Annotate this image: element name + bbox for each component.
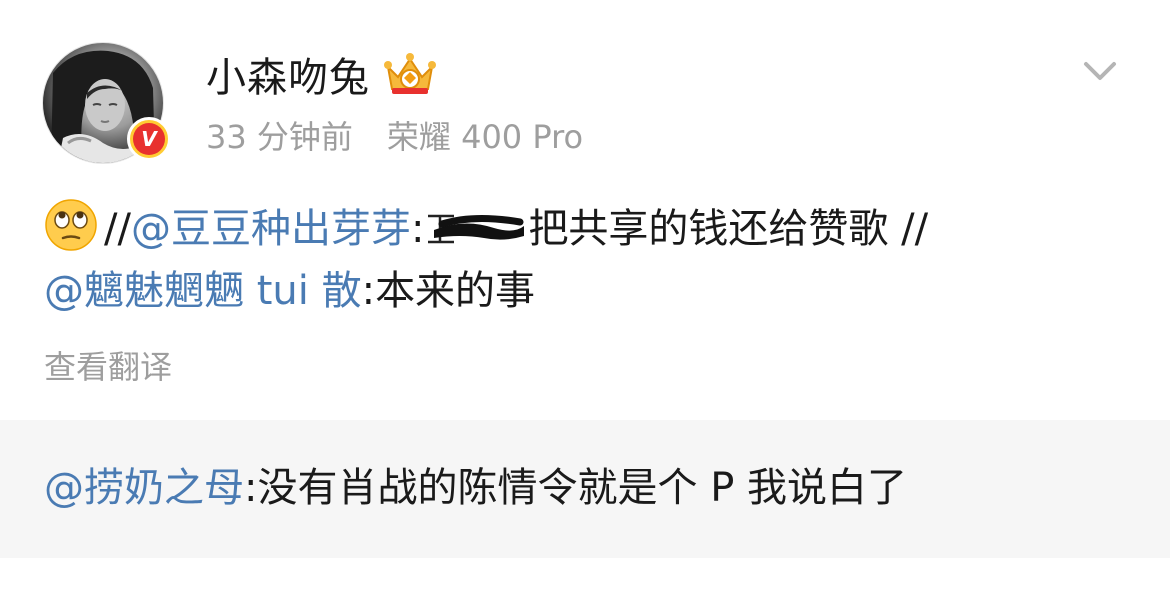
repost-separator: // <box>104 206 131 252</box>
post-device: 荣耀 400 Pro <box>386 118 584 156</box>
translate-link[interactable]: 查看翻译 <box>44 342 172 388</box>
post-content: //@豆豆种出芽芽: 把共享的钱还给赞歌 //@魑魅魍魉 tui 散:本来的事 <box>44 198 1134 322</box>
quoted-post[interactable]: @捞奶之母:没有肖战的陈情令就是个 P 我说白了 <box>0 420 1170 558</box>
verified-badge-icon: V <box>127 117 171 161</box>
username[interactable]: 小森吻兔 <box>206 45 370 103</box>
redacted-scribble <box>424 208 528 248</box>
colon: : <box>410 206 425 252</box>
repost-separator: // <box>888 206 929 252</box>
quoted-text: 没有肖战的陈情令就是个 P 我说白了 <box>257 465 908 511</box>
repost-text: 本来的事 <box>375 268 536 314</box>
colon: : <box>361 268 376 314</box>
quoted-post-text: @捞奶之母:没有肖战的陈情令就是个 P 我说白了 <box>44 460 907 516</box>
user-header: 小森吻兔 <box>206 45 438 103</box>
post-time: 33 分钟前 <box>206 118 353 156</box>
eye-roll-emoji-icon <box>45 199 97 251</box>
mention-link[interactable]: @捞奶之母 <box>44 465 244 511</box>
chevron-down-icon[interactable] <box>1078 54 1122 86</box>
crown-vip-icon[interactable] <box>382 51 438 97</box>
post-meta: 33 分钟前 荣耀 400 Pro <box>206 112 583 158</box>
repost-text: 把共享的钱还给赞歌 <box>528 206 889 252</box>
mention-link[interactable]: @魑魅魍魉 tui 散 <box>44 268 362 314</box>
colon: : <box>244 465 258 511</box>
weibo-post: V 小森吻兔 33 分钟前 荣耀 400 Pro //@豆豆种出芽芽: 把共享的钱… <box>0 0 1170 605</box>
mention-link[interactable]: @豆豆种出芽芽 <box>131 206 411 252</box>
